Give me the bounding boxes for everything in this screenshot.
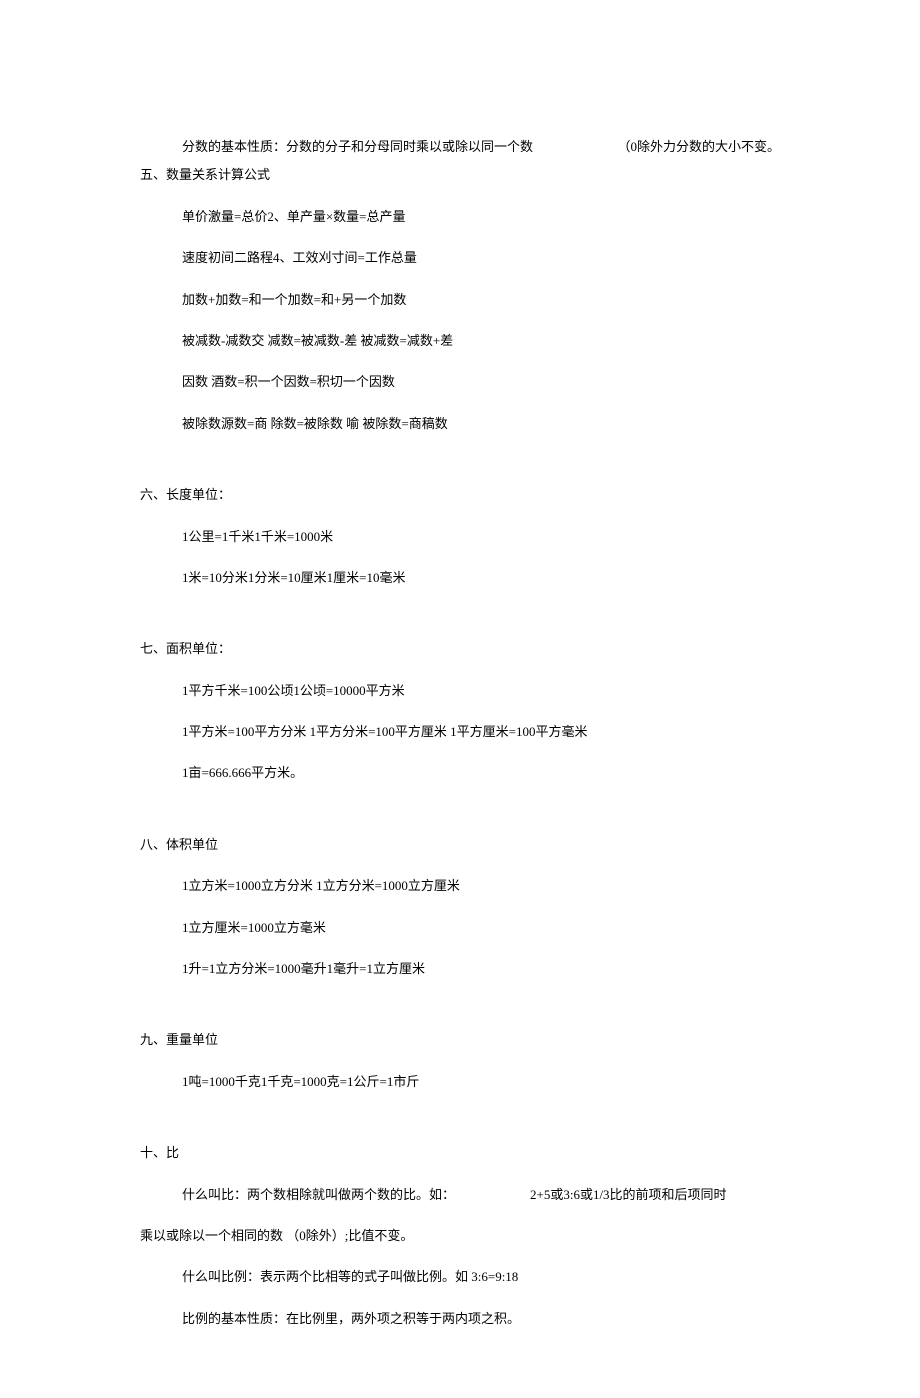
- s6-line1: 1公里=1千米1千米=1000米: [140, 525, 780, 548]
- s6-line2: 1米=10分米1分米=10厘米1厘米=10毫米: [140, 566, 780, 589]
- heading-9: 九、重量单位: [140, 1028, 780, 1051]
- s5-line6: 被除数源数=商 除数=被除数 喻 被除数=商稿数: [140, 412, 780, 435]
- s8-line1: 1立方米=1000立方分米 1立方分米=1000立方厘米: [140, 874, 780, 897]
- heading-10: 十、比: [140, 1141, 780, 1164]
- heading-6: 六、长度单位：: [140, 483, 780, 506]
- s7-line1: 1平方千米=100公顷1公顷=10000平方米: [140, 679, 780, 702]
- s10-line1: 什么叫比：两个数相除就叫做两个数的比。如： 2+5或3:6或1/3比的前项和后项…: [140, 1183, 780, 1206]
- heading-7: 七、面积单位：: [140, 637, 780, 660]
- s7-line3: 1亩=666.666平方米。: [140, 761, 780, 784]
- s10-line4: 比例的基本性质：在比例里，两外项之积等于两内项之积。: [140, 1307, 780, 1330]
- s7-line2: 1平方米=100平方分米 1平方分米=100平方厘米 1平方厘米=100平方毫米: [140, 720, 780, 743]
- s5-line1: 单价激量=总价2、单产量×数量=总产量: [140, 205, 780, 228]
- s10-line1-left: 什么叫比：两个数相除就叫做两个数的比。如：: [140, 1183, 530, 1206]
- heading-8: 八、体积单位: [140, 833, 780, 856]
- s10-line1-right: 2+5或3:6或1/3比的前项和后项同时: [530, 1183, 727, 1206]
- s9-line1: 1吨=1000千克1千克=1000克=1公斤=1市斤: [140, 1070, 780, 1093]
- s5-line5: 因数 酒数=积一个因数=积切一个因数: [140, 370, 780, 393]
- s5-line3: 加数+加数=和一个加数=和+另一个加数: [140, 288, 780, 311]
- s5-line4: 被减数-减数交 减数=被减数-差 被减数=减数+差: [140, 329, 780, 352]
- s8-line3: 1升=1立方分米=1000毫升1毫升=1立方厘米: [140, 957, 780, 980]
- s10-line3: 什么叫比例：表示两个比相等的式子叫做比例。如 3:6=9:18: [140, 1265, 780, 1288]
- fraction-property-right: （0除外力分数的大小不变。: [617, 135, 780, 158]
- s8-line2: 1立方厘米=1000立方毫米: [140, 916, 780, 939]
- heading-5: 五、数量关系计算公式: [140, 163, 780, 186]
- s5-line2: 速度初间二路程4、工效刈寸间=工作总量: [140, 246, 780, 269]
- fraction-property-line: 分数的基本性质：分数的分子和分母同时乘以或除以同一个数 （0除外力分数的大小不变…: [140, 135, 780, 158]
- s10-line2: 乘以或除以一个相同的数 （0除外）;比值不变。: [140, 1224, 780, 1247]
- fraction-property-left: 分数的基本性质：分数的分子和分母同时乘以或除以同一个数: [140, 135, 533, 158]
